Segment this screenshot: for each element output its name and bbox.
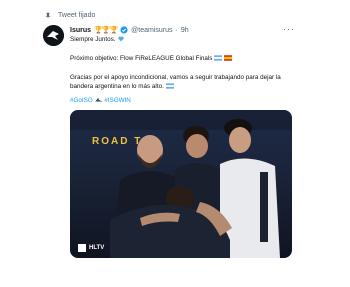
hashtag-isgwin[interactable]: #ISGWIN	[104, 97, 131, 104]
argentina-flag-icon	[214, 55, 223, 61]
hltv-watermark: HLTV	[78, 244, 104, 252]
spain-flag-icon	[223, 55, 232, 61]
pin-icon	[45, 12, 51, 20]
author-handle[interactable]: @teamisurus	[131, 27, 172, 34]
shark-icon	[94, 97, 103, 102]
blue-heart-icon	[118, 36, 124, 42]
tweet-line-1-text: Siempre Juntos.	[70, 36, 116, 43]
hashtag-goisg[interactable]: #GoISG	[70, 97, 93, 104]
tweet-line-3: Gracias por el apoyo incondicional, vamo…	[70, 74, 292, 91]
isurus-logo-icon	[43, 25, 64, 46]
hashtags: #GoISG #ISGWIN	[70, 97, 292, 106]
argentina-flag-icon	[165, 82, 174, 89]
author-name[interactable]: Isurus	[70, 27, 91, 34]
trophy-icons: 🏆🏆🏆	[94, 27, 118, 34]
hltv-label: HLTV	[89, 245, 105, 251]
more-options-button[interactable]: ···	[283, 24, 295, 34]
tweet-line-3-text: Gracias por el apoyo incondicional, vamo…	[70, 74, 281, 90]
players-scene	[70, 110, 292, 258]
tweet-line-1: Siempre Juntos.	[70, 36, 292, 45]
tweet-photo[interactable]: ROAD TO HLTV	[70, 110, 292, 258]
separator-dot: ·	[175, 26, 178, 34]
hltv-logo-icon	[78, 244, 86, 252]
tweet-time[interactable]: 9h	[181, 27, 189, 34]
tweet-line-2: Próximo objetivo: Flow FiReLEAGUE Global…	[70, 55, 292, 64]
pinned-label: Tweet fijado	[58, 12, 96, 19]
tweet-line-2-text: Próximo objetivo: Flow FiReLEAGUE Global…	[70, 55, 213, 62]
pinned-indicator: Tweet fijado	[45, 12, 96, 20]
verified-badge-icon	[120, 26, 128, 34]
avatar[interactable]	[43, 25, 64, 46]
tweet-header: Isurus 🏆🏆🏆 @teamisurus · 9h	[70, 26, 189, 34]
